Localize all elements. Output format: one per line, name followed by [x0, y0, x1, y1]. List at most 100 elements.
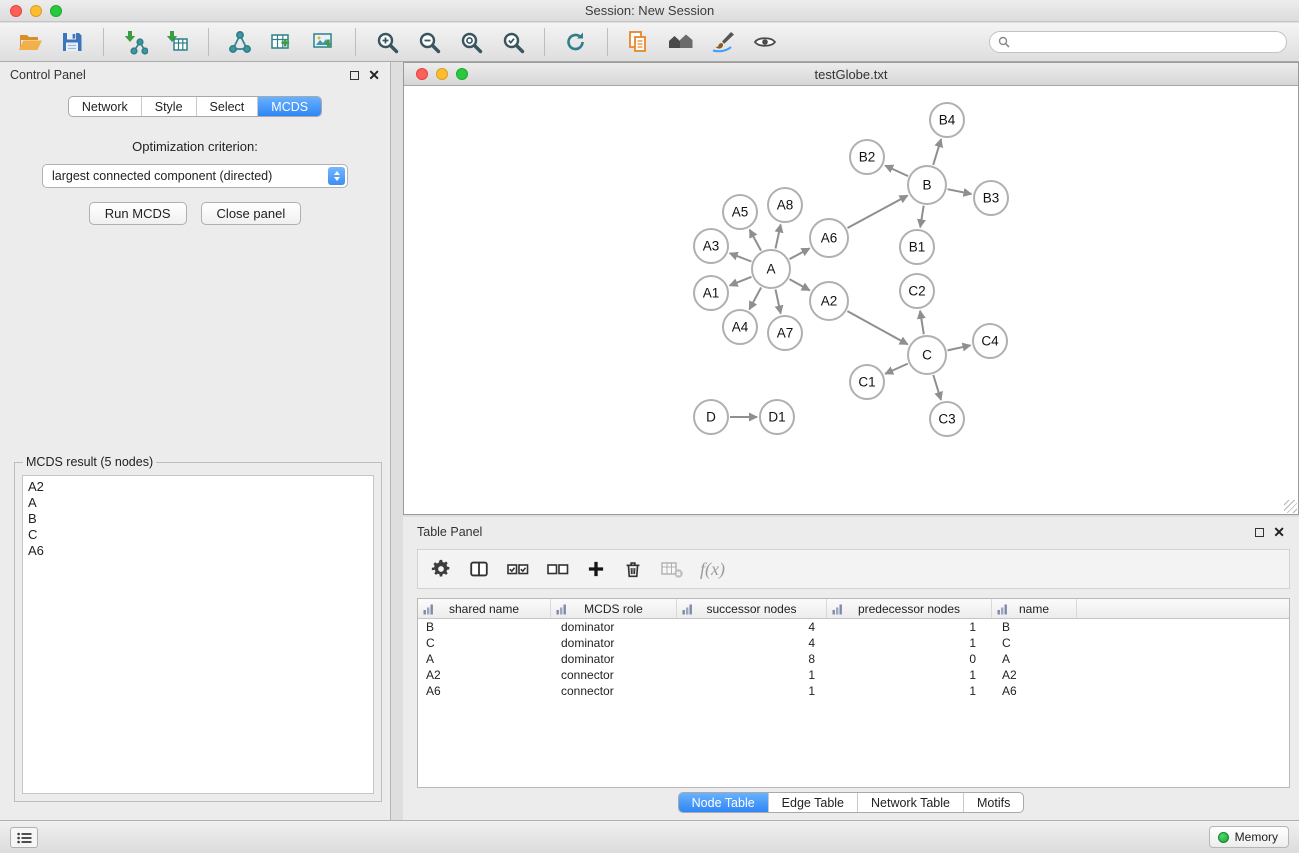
- eye-icon[interactable]: [747, 26, 783, 58]
- graph-node-D[interactable]: D: [694, 400, 728, 434]
- table-tab-edge-table[interactable]: Edge Table: [768, 793, 857, 812]
- graph-node-A5[interactable]: A5: [723, 195, 757, 229]
- session-pages-icon[interactable]: [621, 26, 657, 58]
- graph-node-B1[interactable]: B1: [900, 230, 934, 264]
- graph-node-C1[interactable]: C1: [850, 365, 884, 399]
- mcds-result-item[interactable]: A2: [28, 479, 368, 495]
- mcds-result-list[interactable]: A2ABCA6: [22, 475, 374, 794]
- home-icon[interactable]: [663, 26, 699, 58]
- graph-edge-B-B1[interactable]: [920, 206, 924, 228]
- new-network-icon[interactable]: [222, 26, 258, 58]
- graph-edge-A-A7[interactable]: [776, 290, 781, 314]
- function-builder-icon[interactable]: f(x): [700, 559, 725, 580]
- graph-edge-A2-C[interactable]: [847, 311, 907, 344]
- optimization-criterion-dropdown[interactable]: largest connected component (directed): [42, 164, 348, 188]
- show-columns-icon[interactable]: [468, 558, 490, 580]
- graph-edge-B-B4[interactable]: [933, 139, 941, 165]
- add-column-icon[interactable]: [586, 559, 606, 579]
- graph-edge-A-A2[interactable]: [789, 279, 809, 290]
- search-input[interactable]: [1015, 35, 1278, 49]
- column-header-name[interactable]: name: [992, 599, 1077, 618]
- graph-edge-A-A1[interactable]: [730, 277, 752, 286]
- graph-node-B[interactable]: B: [908, 166, 946, 204]
- task-history-button[interactable]: [10, 827, 38, 848]
- column-header-predecessor-nodes[interactable]: predecessor nodes: [827, 599, 992, 618]
- zoom-in-icon[interactable]: [369, 26, 405, 58]
- graph-edge-A-A5[interactable]: [750, 230, 761, 251]
- column-header-shared-name[interactable]: shared name: [418, 599, 551, 618]
- table-row[interactable]: Cdominator41C: [418, 635, 1289, 651]
- resize-grip[interactable]: [1284, 500, 1297, 513]
- graph-edge-A-A8[interactable]: [776, 225, 781, 249]
- graph-edge-C-C3[interactable]: [933, 375, 941, 400]
- table-row[interactable]: A2connector11A2: [418, 667, 1289, 683]
- graph-edge-A-A4[interactable]: [749, 288, 761, 310]
- table-tab-motifs[interactable]: Motifs: [963, 793, 1023, 812]
- zoom-selected-icon[interactable]: [495, 26, 531, 58]
- close-panel-button[interactable]: Close panel: [201, 202, 302, 225]
- search-field[interactable]: [989, 31, 1287, 53]
- mcds-result-item[interactable]: A6: [28, 543, 368, 559]
- mcds-result-item[interactable]: A: [28, 495, 368, 511]
- deselect-all-columns-icon[interactable]: [546, 558, 570, 580]
- tab-network[interactable]: Network: [69, 97, 141, 116]
- graph-edge-B-B3[interactable]: [948, 189, 972, 194]
- table-row[interactable]: Bdominator41B: [418, 619, 1289, 635]
- graph-edge-B-B2[interactable]: [885, 166, 908, 177]
- delete-column-icon[interactable]: [622, 558, 644, 580]
- graph-edge-A6-B[interactable]: [848, 196, 908, 229]
- zoom-fit-icon[interactable]: [453, 26, 489, 58]
- mcds-result-item[interactable]: B: [28, 511, 368, 527]
- graph-edge-C-C1[interactable]: [885, 364, 908, 374]
- graph-node-C3[interactable]: C3: [930, 402, 964, 436]
- import-table-file-icon[interactable]: [159, 26, 195, 58]
- refresh-icon[interactable]: [558, 26, 594, 58]
- graph-node-C[interactable]: C: [908, 336, 946, 374]
- tab-select[interactable]: Select: [196, 97, 258, 116]
- run-mcds-button[interactable]: Run MCDS: [89, 202, 187, 225]
- graph-node-A[interactable]: A: [752, 250, 790, 288]
- graph-node-A3[interactable]: A3: [694, 229, 728, 263]
- dropdown-stepper-icon[interactable]: [328, 167, 345, 185]
- float-panel-icon[interactable]: [350, 71, 359, 80]
- table-row[interactable]: Adominator80A: [418, 651, 1289, 667]
- graph-node-A2[interactable]: A2: [810, 282, 848, 320]
- column-header-mcds-role[interactable]: MCDS role: [551, 599, 677, 618]
- graph-node-A8[interactable]: A8: [768, 188, 802, 222]
- graph-edge-C-C2[interactable]: [920, 311, 924, 335]
- float-table-panel-icon[interactable]: [1255, 528, 1264, 537]
- table-tab-network-table[interactable]: Network Table: [857, 793, 963, 812]
- tab-mcds[interactable]: MCDS: [257, 97, 321, 116]
- apply-style-icon[interactable]: [705, 26, 741, 58]
- graph-edge-A-A6[interactable]: [790, 248, 810, 259]
- tab-style[interactable]: Style: [141, 97, 196, 116]
- new-table-icon[interactable]: [264, 26, 300, 58]
- graph-edge-A-A3[interactable]: [730, 253, 752, 261]
- graph-edge-C-C4[interactable]: [948, 345, 971, 350]
- table-tab-node-table[interactable]: Node Table: [679, 793, 768, 812]
- graph-node-A1[interactable]: A1: [694, 276, 728, 310]
- select-all-columns-icon[interactable]: [506, 558, 530, 580]
- graph-node-B2[interactable]: B2: [850, 140, 884, 174]
- table-row[interactable]: A6connector11A6: [418, 683, 1289, 699]
- graph-node-B3[interactable]: B3: [974, 181, 1008, 215]
- graph-node-B4[interactable]: B4: [930, 103, 964, 137]
- column-header-successor-nodes[interactable]: successor nodes: [677, 599, 827, 618]
- close-panel-icon[interactable]: ✕: [368, 70, 380, 80]
- graph-node-C4[interactable]: C4: [973, 324, 1007, 358]
- graph-node-A7[interactable]: A7: [768, 316, 802, 350]
- table-settings-gear-icon[interactable]: [430, 558, 452, 580]
- graph-node-C2[interactable]: C2: [900, 274, 934, 308]
- export-image-icon[interactable]: [306, 26, 342, 58]
- close-table-panel-icon[interactable]: ✕: [1273, 527, 1285, 537]
- mcds-result-item[interactable]: C: [28, 527, 368, 543]
- graph-node-D1[interactable]: D1: [760, 400, 794, 434]
- network-canvas[interactable]: B4 B2 B B3 A5 A8A6 A3 A B1 A1 A2 C2 A4 A7 C4 C C1 D D1 C3: [404, 86, 1298, 514]
- zoom-out-icon[interactable]: [411, 26, 447, 58]
- memory-button[interactable]: Memory: [1209, 826, 1289, 848]
- import-network-file-icon[interactable]: [117, 26, 153, 58]
- graph-node-A4[interactable]: A4: [723, 310, 757, 344]
- graph-node-A6[interactable]: A6: [810, 219, 848, 257]
- open-file-icon[interactable]: [12, 26, 48, 58]
- save-session-icon[interactable]: [54, 26, 90, 58]
